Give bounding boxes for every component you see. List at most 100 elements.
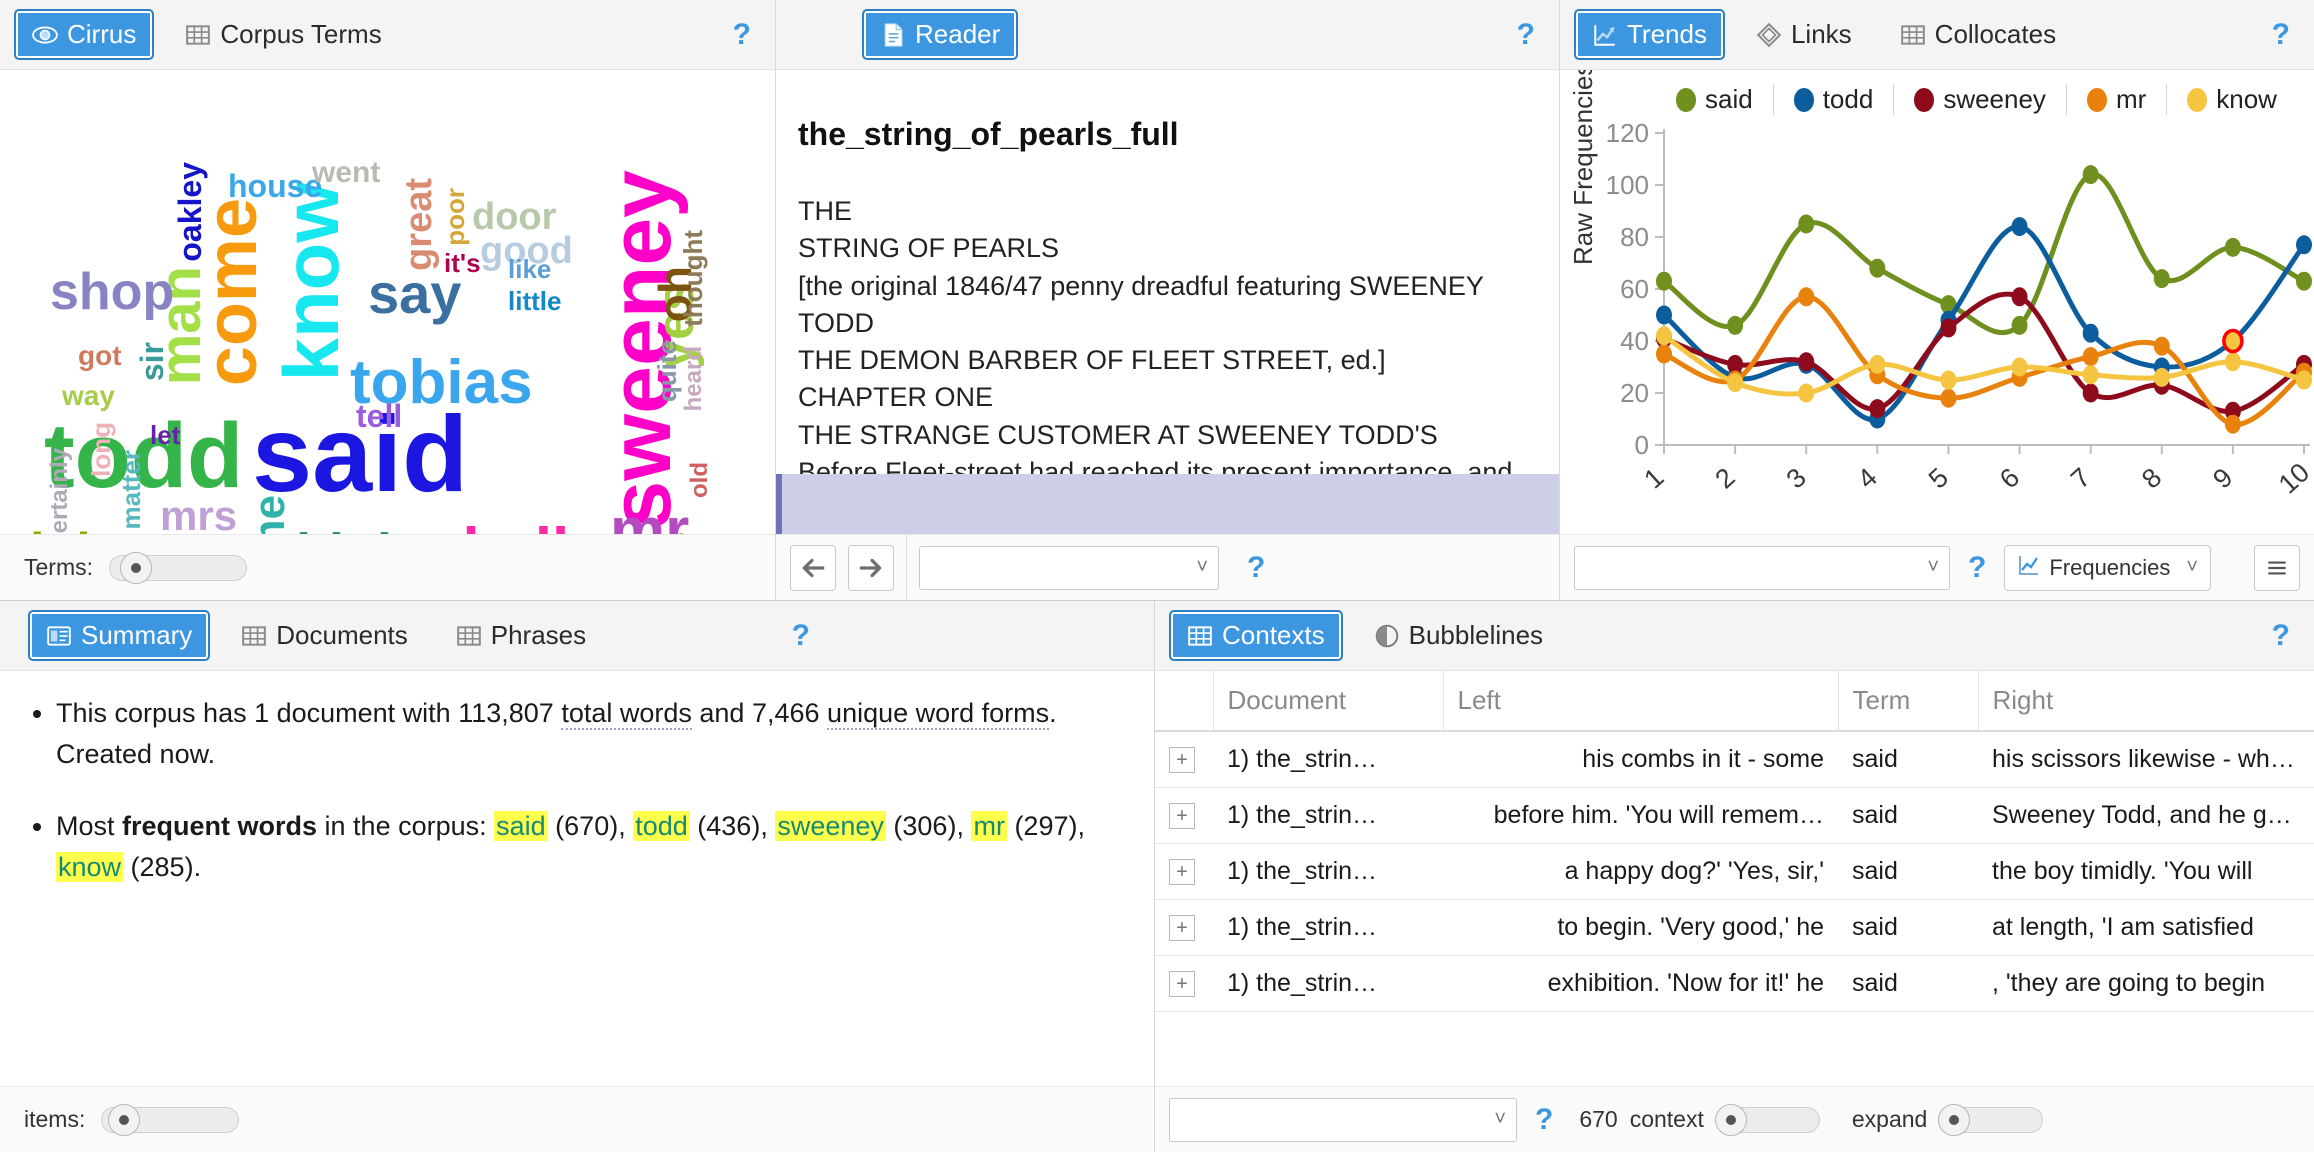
data-point[interactable] <box>1869 258 1886 278</box>
cloud-word[interactable]: door <box>472 198 556 236</box>
tab-documents[interactable]: Documents <box>224 611 425 660</box>
col-header-left[interactable]: Left <box>1443 671 1839 732</box>
data-point[interactable] <box>1798 383 1815 403</box>
legend-item-know[interactable]: know <box>2166 84 2297 115</box>
data-point[interactable] <box>1940 370 1957 390</box>
expand-slider[interactable] <box>1938 1103 2044 1136</box>
cloud-word[interactable]: shall <box>428 520 569 535</box>
cloud-word[interactable]: thought <box>678 230 708 327</box>
cloud-word[interactable]: great <box>398 178 440 271</box>
table-row[interactable]: +1) the_strin… a happy dog?' 'Yes, sir,' s… <box>1155 843 2314 900</box>
legend-item-sweeney[interactable]: sweeney <box>1893 84 2066 115</box>
reader-body[interactable]: the_string_of_pearls_full THE STRING OF … <box>776 70 1559 534</box>
data-point[interactable] <box>1798 352 1815 372</box>
cloud-word[interactable]: oakley <box>172 162 208 262</box>
contexts-term-select[interactable]: ˅ <box>1169 1097 1517 1142</box>
data-point[interactable] <box>1656 305 1672 325</box>
expand-row-icon[interactable]: + <box>1169 914 1195 941</box>
cloud-word[interactable]: tell <box>356 400 402 432</box>
data-point[interactable] <box>2224 414 2241 434</box>
col-header-right[interactable]: Right <box>1978 671 2314 732</box>
data-point[interactable] <box>1656 271 1672 291</box>
data-point[interactable] <box>1869 399 1886 419</box>
reader-footer-help-icon[interactable]: ? <box>1237 552 1275 583</box>
row-expand-cell[interactable]: + <box>1155 955 1213 1012</box>
frequent-word-term[interactable]: sweeney <box>775 811 886 841</box>
row-expand-cell[interactable]: + <box>1155 787 1213 844</box>
data-point[interactable] <box>2011 217 2028 237</box>
row-expand-cell[interactable]: + <box>1155 899 1213 956</box>
frequent-word-term[interactable]: todd <box>633 811 690 841</box>
data-point[interactable] <box>2082 365 2099 385</box>
expand-row-icon[interactable]: + <box>1169 858 1195 885</box>
cloud-word[interactable]: old <box>686 462 713 498</box>
series-said[interactable] <box>1656 165 2312 335</box>
data-point[interactable] <box>1798 287 1815 307</box>
data-point[interactable] <box>1940 318 1957 338</box>
data-point[interactable] <box>2082 323 2099 343</box>
tab-reader[interactable]: Reader <box>862 9 1019 60</box>
data-point[interactable] <box>2296 271 2312 291</box>
cloud-word[interactable]: like <box>508 256 551 282</box>
legend-item-todd[interactable]: todd <box>1772 84 1894 115</box>
row-expand-cell[interactable]: + <box>1155 731 1213 788</box>
tab-phrases[interactable]: Phrases <box>439 611 603 660</box>
data-point[interactable] <box>1869 354 1886 374</box>
trends-chart[interactable]: 0 20 40 60 80 100 120 1 2 3 4 5 6 7 8 9 10 Raw Frequenci… <box>1560 70 2314 534</box>
tab-trends[interactable]: Trends <box>1574 9 1725 60</box>
cloud-word[interactable]: it's <box>444 250 481 276</box>
data-point[interactable] <box>2153 336 2170 356</box>
cloud-word[interactable]: went <box>312 158 380 188</box>
expand-row-icon[interactable]: + <box>1169 746 1195 773</box>
cloud-word[interactable]: little <box>508 288 561 314</box>
cloud-word[interactable]: house <box>228 170 322 202</box>
tab-corpus-terms[interactable]: Corpus Terms <box>168 10 398 59</box>
data-point[interactable] <box>2296 235 2312 255</box>
data-point[interactable] <box>1727 373 1744 393</box>
legend-item-mr[interactable]: mr <box>2065 84 2166 115</box>
reader-search-input[interactable]: ˅ <box>919 545 1219 590</box>
data-point[interactable] <box>2011 287 2028 307</box>
frequencies-dropdown[interactable]: Frequencies ˅ <box>2004 544 2212 591</box>
terms-slider[interactable] <box>109 551 247 584</box>
summary-help-icon[interactable]: ? <box>782 620 820 651</box>
total-words-label[interactable]: total words <box>561 698 692 730</box>
data-point[interactable] <box>2153 269 2170 289</box>
table-row[interactable]: +1) the_strin… exhibition. 'Now for it!' … <box>1155 955 2314 1012</box>
tab-links[interactable]: Links <box>1739 10 1869 59</box>
cloud-word[interactable]: let <box>150 422 180 448</box>
col-header-expand[interactable] <box>1155 671 1214 732</box>
data-point[interactable] <box>2224 237 2241 257</box>
expand-row-icon[interactable]: + <box>1169 970 1195 997</box>
data-point[interactable] <box>1656 326 1672 346</box>
cloud-word[interactable]: matter <box>116 450 146 529</box>
col-header-document[interactable]: Document <box>1213 671 1444 732</box>
legend-item-said[interactable]: said <box>1656 84 1773 115</box>
cloud-word[interactable]: think <box>278 526 407 534</box>
data-point[interactable] <box>1656 344 1672 364</box>
tab-bubblelines[interactable]: Bubblelines <box>1357 611 1560 660</box>
reader-progress-bar[interactable] <box>776 474 1559 534</box>
data-point[interactable] <box>2082 383 2099 403</box>
cloud-word[interactable]: poor <box>440 188 470 246</box>
table-row[interactable]: +1) the_strin… his combs in it - some said… <box>1155 731 2314 788</box>
cloud-word[interactable]: certainly <box>46 448 73 534</box>
tab-summary[interactable]: Summary <box>28 610 211 661</box>
cloud-word[interactable]: long <box>86 422 116 477</box>
tab-contexts[interactable]: Contexts <box>1169 610 1343 661</box>
highlighted-data-point[interactable] <box>2222 328 2244 354</box>
data-point[interactable] <box>2082 165 2099 185</box>
series-todd[interactable] <box>1656 217 2312 429</box>
cirrus-help-icon[interactable]: ? <box>723 19 761 50</box>
trends-menu-button[interactable] <box>2254 544 2300 591</box>
data-point[interactable] <box>1798 214 1815 234</box>
expand-row-icon[interactable]: + <box>1169 802 1195 829</box>
tab-collocates[interactable]: Collocates <box>1883 10 2073 59</box>
contexts-footer-help-icon[interactable]: ? <box>1529 1104 1559 1135</box>
series-mr[interactable] <box>1656 287 2312 434</box>
table-row[interactable]: +1) the_strin… to begin. 'Very good,' he s… <box>1155 899 2314 956</box>
cloud-word[interactable]: mrs <box>160 495 237 535</box>
items-slider[interactable] <box>101 1103 240 1136</box>
cloud-word[interactable]: shop <box>50 266 174 318</box>
trends-footer-help-icon[interactable]: ? <box>1962 552 1992 583</box>
